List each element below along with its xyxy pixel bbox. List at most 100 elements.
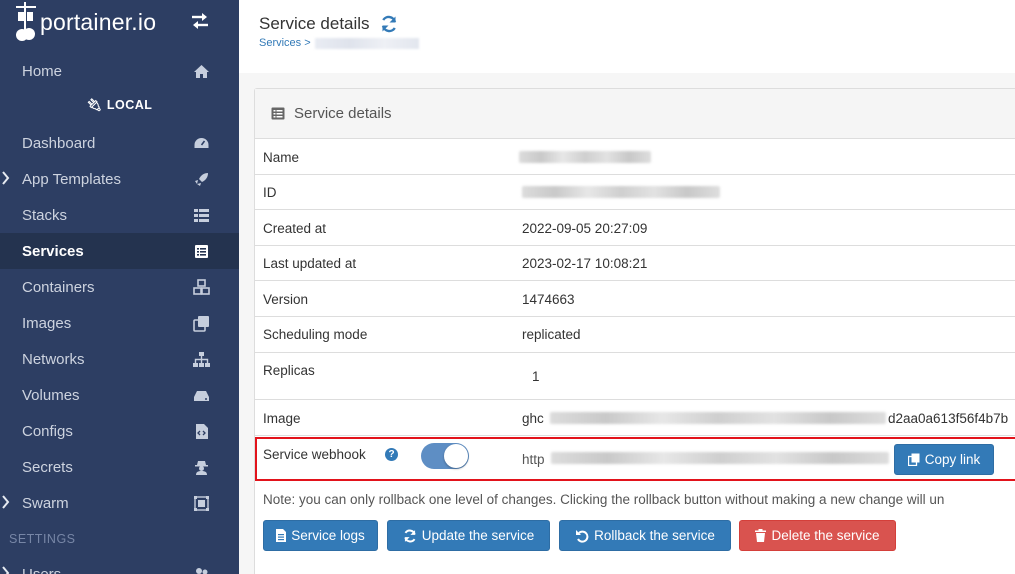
- rollback-service-label: Rollback the service: [594, 528, 715, 543]
- row-scheduling-mode: Scheduling mode replicated: [255, 317, 1015, 353]
- service-logs-label: Service logs: [291, 528, 365, 543]
- webhook-label: Service webhook: [263, 447, 366, 462]
- row-created: Created at 2022-09-05 20:27:09: [255, 210, 1015, 246]
- version-value: 1474663: [522, 292, 575, 307]
- environment-label: 🔌︎ LOCAL: [0, 98, 239, 113]
- cubes-icon: [193, 279, 210, 295]
- updated-value: 2023-02-17 10:08:21: [522, 256, 648, 271]
- replicas-value[interactable]: 1: [532, 369, 540, 384]
- users-icon: [196, 568, 208, 574]
- breadcrumb-redacted: [314, 37, 419, 49]
- delete-service-label: Delete the service: [771, 528, 880, 543]
- row-replicas: Replicas 1: [255, 353, 1015, 400]
- webhook-url-redacted: [551, 452, 889, 464]
- breadcrumb: Services >: [259, 37, 419, 49]
- user-secret-icon: [195, 461, 208, 475]
- exchange-icon: [192, 13, 208, 29]
- chevron-right-icon: [2, 495, 10, 513]
- breadcrumb-separator: >: [304, 37, 311, 49]
- chevron-right-icon: [2, 171, 10, 189]
- copy-link-button[interactable]: Copy link: [894, 444, 994, 475]
- portainer-logo[interactable]: portainer.io: [14, 2, 156, 42]
- file-text-icon: [276, 529, 287, 542]
- sidebar-item-dashboard[interactable]: Dashboard: [0, 125, 239, 161]
- webhook-toggle[interactable]: [421, 443, 469, 469]
- brand: portainer.io: [0, 0, 239, 46]
- version-label: Version: [263, 292, 309, 307]
- replicas-label: Replicas: [263, 363, 315, 378]
- sidebar-item-label: Dashboard: [22, 134, 96, 152]
- sidebar-item-images[interactable]: Images: [0, 305, 239, 341]
- image-value-redacted: [550, 412, 886, 424]
- settings-heading: SETTINGS: [9, 532, 76, 546]
- sidebar-item-containers[interactable]: Containers: [0, 269, 239, 305]
- copy-link-label: Copy link: [924, 452, 981, 467]
- row-image: Image ghc d2aa0a613f56f4b7b: [255, 400, 1015, 436]
- refresh-icon[interactable]: [380, 15, 398, 33]
- id-label: ID: [263, 185, 277, 200]
- panel-title: Service details: [294, 105, 392, 122]
- sidebar-item-label: Swarm: [22, 494, 69, 512]
- crane-icon: [16, 2, 36, 41]
- name-label: Name: [263, 150, 300, 165]
- row-service-webhook: Service webhook ? http Copy link: [255, 436, 1015, 486]
- services-icon: [195, 245, 208, 258]
- service-logs-button[interactable]: Service logs: [263, 520, 378, 551]
- sitemap-icon: [193, 352, 210, 367]
- sidebar-toggle[interactable]: [190, 12, 210, 35]
- sidebar-item-volumes[interactable]: Volumes: [0, 377, 239, 413]
- image-label: Image: [263, 411, 301, 426]
- hdd-icon: [194, 391, 209, 401]
- sidebar-item-label: Configs: [22, 422, 73, 440]
- toggle-knob: [444, 444, 468, 468]
- webhook-url-prefix: http: [522, 452, 545, 467]
- id-value-redacted: [522, 186, 720, 198]
- created-label: Created at: [263, 221, 327, 236]
- copy-icon: [907, 453, 920, 466]
- environment-name: LOCAL: [106, 98, 153, 112]
- sidebar-item-services[interactable]: Services: [0, 233, 239, 269]
- rollback-service-button[interactable]: Rollback the service: [559, 520, 731, 551]
- row-version: Version 1474663: [255, 281, 1015, 317]
- rocket-icon: [195, 173, 208, 186]
- clone-icon: [193, 316, 209, 332]
- home-icon: [194, 65, 209, 78]
- row-id: ID: [255, 175, 1015, 210]
- brand-name: portainer.io: [40, 8, 157, 35]
- sidebar-item-label: Users: [22, 565, 62, 574]
- sidebar-item-stacks[interactable]: Stacks: [0, 197, 239, 233]
- sidebar-item-secrets[interactable]: Secrets: [0, 449, 239, 485]
- update-service-button[interactable]: Update the service: [387, 520, 550, 551]
- sync-icon: [404, 529, 416, 542]
- sidebar-item-label: Volumes: [22, 386, 80, 404]
- row-updated: Last updated at 2023-02-17 10:08:21: [255, 246, 1015, 281]
- page-header: Service details Services >: [239, 0, 1015, 73]
- trash-icon: [755, 529, 767, 542]
- sidebar-item-label: Images: [22, 314, 72, 332]
- panel-header: Service details: [255, 89, 1015, 139]
- list-alt-icon: [271, 107, 285, 120]
- file-code-icon: [196, 424, 208, 439]
- sidebar-item-label: Services: [22, 242, 84, 260]
- sidebar-item-configs[interactable]: Configs: [0, 413, 239, 449]
- sidebar-item-swarm[interactable]: Swarm: [0, 485, 239, 521]
- sidebar-item-label: Stacks: [22, 206, 68, 224]
- help-icon[interactable]: ?: [385, 448, 398, 461]
- sidebar-item-app-templates[interactable]: App Templates: [0, 161, 239, 197]
- breadcrumb-services-link[interactable]: Services: [259, 37, 301, 49]
- sidebar-item-networks[interactable]: Networks: [0, 341, 239, 377]
- page-title: Service details: [259, 14, 398, 34]
- sidebar-item-users[interactable]: Users: [0, 556, 239, 574]
- plug-icon: 🔌︎: [86, 98, 103, 112]
- created-value: 2022-09-05 20:27:09: [522, 221, 648, 236]
- sidebar-item-home[interactable]: Home: [0, 53, 239, 89]
- scheduling-mode-value: replicated: [522, 327, 581, 342]
- sidebar-item-label: Home: [22, 62, 63, 80]
- stacks-icon: [194, 209, 209, 222]
- name-value-redacted: [519, 151, 651, 163]
- object-group-icon: [194, 496, 209, 511]
- row-name: Name: [255, 139, 1015, 175]
- delete-service-button[interactable]: Delete the service: [739, 520, 896, 551]
- sidebar: portainer.io Home 🔌︎ LOCAL Dashboard App…: [0, 0, 239, 574]
- updated-label: Last updated at: [263, 256, 357, 271]
